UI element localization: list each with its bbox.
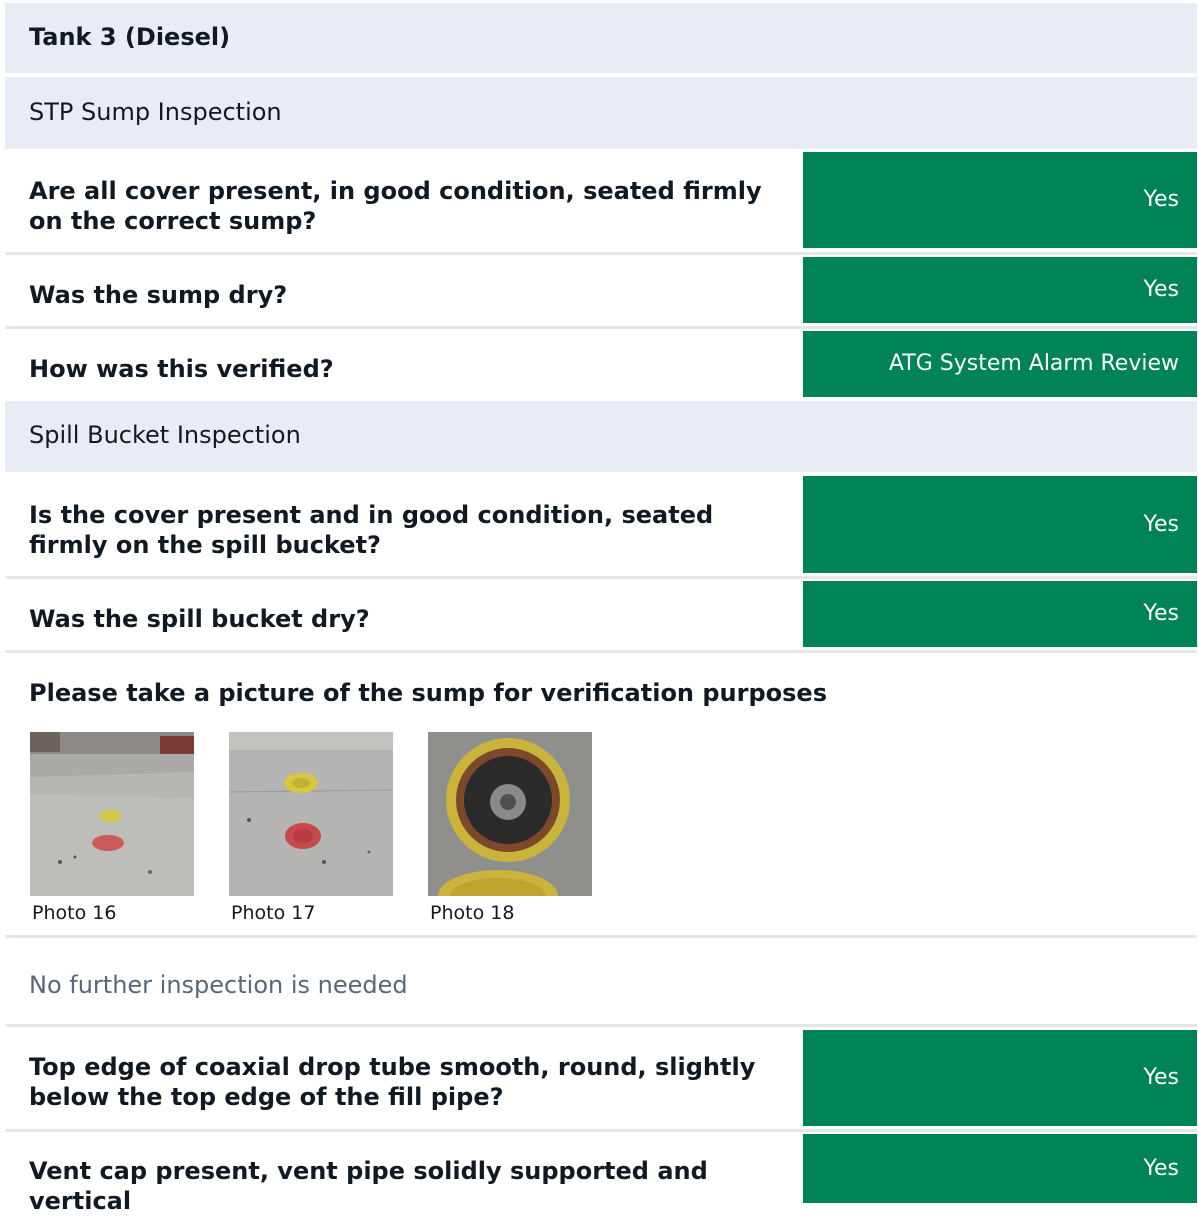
question-row: Is the cover present and in good conditi… xyxy=(5,476,1197,576)
question-row: Are all cover present, in good condition… xyxy=(5,152,1197,252)
question-row: Top edge of coaxial drop tube smooth, ro… xyxy=(5,1029,1197,1129)
question-row: How was this verified? ATG System Alarm … xyxy=(5,331,1197,401)
section-header-stp: STP Sump Inspection xyxy=(5,77,1197,149)
divider xyxy=(5,1024,1197,1027)
photo-caption: Photo 18 xyxy=(430,902,515,924)
photo-prompt: Please take a picture of the sump for ve… xyxy=(29,679,827,707)
question-text: Was the sump dry? xyxy=(29,281,288,309)
answer-value: Yes xyxy=(803,476,1197,573)
section-header-spill: Spill Bucket Inspection xyxy=(5,401,1197,472)
section-title-stp: STP Sump Inspection xyxy=(29,98,282,126)
question-text: Are all cover present, in good condition… xyxy=(29,177,762,235)
answer-value: Yes xyxy=(803,152,1197,248)
divider xyxy=(5,1129,1197,1132)
divider xyxy=(5,576,1197,579)
photo-item[interactable]: Photo 16 xyxy=(30,732,194,924)
answer-value: Yes xyxy=(803,1134,1197,1203)
photo-caption: Photo 17 xyxy=(231,902,316,924)
question-row: Was the sump dry? Yes xyxy=(5,257,1197,327)
answer-value: Yes xyxy=(803,581,1197,647)
tank-header: Tank 3 (Diesel) xyxy=(5,3,1197,73)
divider xyxy=(5,326,1197,329)
tank-title: Tank 3 (Diesel) xyxy=(29,23,231,51)
sump-photo-image[interactable] xyxy=(30,732,194,896)
answer-value: Yes xyxy=(803,1030,1197,1126)
question-text: Vent cap present, vent pipe solidly supp… xyxy=(29,1157,708,1215)
photo-item[interactable]: Photo 17 xyxy=(229,732,393,924)
answer-value: ATG System Alarm Review xyxy=(803,331,1197,397)
question-row: Vent cap present, vent pipe solidly supp… xyxy=(5,1134,1197,1215)
question-text: How was this verified? xyxy=(29,355,334,383)
photo-caption: Photo 16 xyxy=(32,902,117,924)
sump-photo-image[interactable] xyxy=(428,732,592,896)
section-title-spill: Spill Bucket Inspection xyxy=(29,421,301,449)
question-text: Top edge of coaxial drop tube smooth, ro… xyxy=(29,1053,756,1111)
sump-photo-image[interactable] xyxy=(229,732,393,896)
question-text: Is the cover present and in good conditi… xyxy=(29,501,714,559)
photo-item[interactable]: Photo 18 xyxy=(428,732,592,924)
question-row: Was the spill bucket dry? Yes xyxy=(5,581,1197,651)
question-text: Was the spill bucket dry? xyxy=(29,605,370,633)
divider xyxy=(5,252,1197,255)
no-further-inspection-note: No further inspection is needed xyxy=(29,971,408,999)
divider xyxy=(5,935,1197,938)
answer-value: Yes xyxy=(803,257,1197,323)
divider xyxy=(5,650,1197,653)
